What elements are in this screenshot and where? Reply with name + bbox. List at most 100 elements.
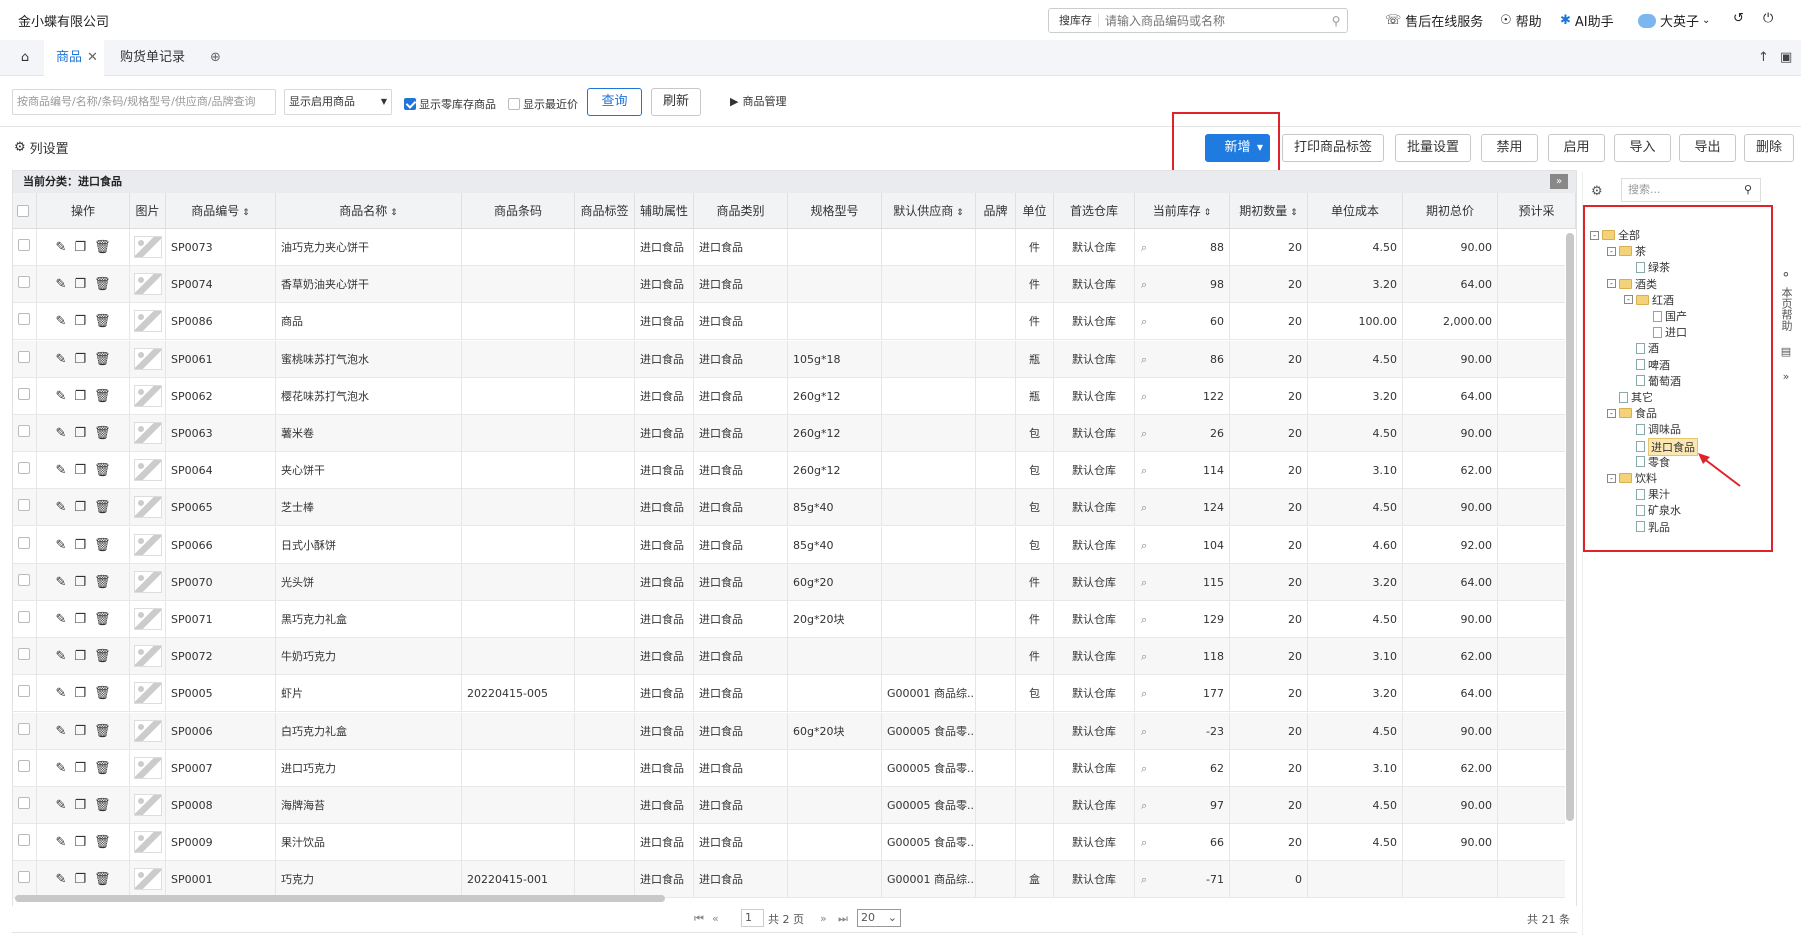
header-cell[interactable]: 图片 [130, 193, 166, 229]
keyword-input[interactable]: 按商品编号/名称/条码/规格型号/供应商/品牌查询 [12, 89, 276, 115]
table-row[interactable]: ✎ ❐ 🗑 SP0006 白巧克力礼盒 进口食品 60g*20块 G00005 食品零... 默… [13, 712, 1565, 750]
edit-icon[interactable]: ✎ [55, 527, 66, 564]
search-icon[interactable]: ⌕ [1141, 675, 1147, 712]
trash-icon[interactable]: 🗑 [94, 415, 111, 452]
row-checkbox[interactable] [13, 415, 37, 452]
header-cell[interactable]: 商品条码 [462, 193, 575, 229]
copy-icon[interactable]: ❐ [74, 824, 86, 861]
copy-icon[interactable]: ❐ [74, 861, 86, 898]
copy-icon[interactable]: ❐ [74, 713, 86, 750]
sort-icon[interactable]: ⇕ [239, 208, 250, 218]
search-icon[interactable]: ⚲ [1744, 179, 1752, 201]
vertical-scrollbar[interactable] [1566, 233, 1574, 821]
table-row[interactable]: ✎ ❐ 🗑 SP0070 光头饼 进口食品 60g*20 件默认仓库 ⌕ 115 20 3.20 64.… [13, 563, 1565, 601]
edit-icon[interactable]: ✎ [55, 787, 66, 824]
side-help[interactable]: ⚬ 本页帮助 ▤ » [1773, 268, 1799, 383]
row-checkbox[interactable] [13, 638, 37, 676]
table-row[interactable]: ✎ ❐ 🗑 SP0066 日式小酥饼 进口食品 85g*40 包默认仓库 ⌕ 104 20 4.60 9… [13, 526, 1565, 564]
trash-icon[interactable]: 🗑 [94, 489, 111, 526]
row-checkbox[interactable] [13, 266, 37, 304]
import-button[interactable]: 导入 [1614, 134, 1671, 162]
trash-icon[interactable]: 🗑 [94, 341, 111, 378]
row-checkbox[interactable] [13, 824, 37, 862]
search-icon[interactable]: ⌕ [1141, 638, 1147, 675]
search-icon[interactable]: ⌕ [1141, 378, 1147, 415]
close-icon[interactable]: ✕ [87, 50, 98, 65]
edit-icon[interactable]: ✎ [55, 266, 66, 303]
top-search[interactable]: 搜库存 ⚲ [1048, 8, 1348, 33]
edit-icon[interactable]: ✎ [55, 824, 66, 861]
header-cell[interactable]: 辅助属性 [635, 193, 694, 229]
row-checkbox[interactable] [13, 229, 37, 266]
row-checkbox[interactable] [13, 712, 37, 750]
search-icon[interactable]: ⌕ [1141, 303, 1147, 340]
row-checkbox[interactable] [13, 452, 37, 490]
header-cell[interactable]: 操作 [37, 193, 130, 229]
row-checkbox[interactable] [13, 526, 37, 564]
header-cell[interactable]: 当前库存 ⇕ [1135, 193, 1230, 229]
copy-icon[interactable]: ❐ [74, 378, 86, 415]
header-select-all[interactable] [13, 193, 37, 229]
trash-icon[interactable]: 🗑 [94, 601, 111, 638]
edit-icon[interactable]: ✎ [55, 378, 66, 415]
header-cell[interactable]: 商品标签 [575, 193, 635, 229]
sort-icon[interactable]: ⇕ [953, 208, 964, 218]
copy-icon[interactable]: ❐ [74, 489, 86, 526]
last-page-icon[interactable]: ⏭ [838, 912, 848, 926]
column-settings[interactable]: ⚙ 列设置 [14, 138, 69, 157]
enable-button[interactable]: 启用 [1548, 134, 1605, 162]
export-button[interactable]: 导出 [1679, 134, 1736, 162]
expand-tree-icon[interactable]: » [1550, 174, 1568, 189]
copy-icon[interactable]: ❐ [74, 341, 86, 378]
tab-goods[interactable]: 商品 ✕ [44, 40, 104, 76]
home-icon[interactable]: ⌂ [14, 40, 36, 76]
table-row[interactable]: ✎ ❐ 🗑 SP0065 芝士棒 进口食品 85g*40 包默认仓库 ⌕ 124 20 4.50 90.… [13, 489, 1565, 527]
next-page-icon[interactable]: » [820, 912, 827, 925]
edit-icon[interactable]: ✎ [55, 713, 66, 750]
trash-icon[interactable]: 🗑 [94, 452, 111, 489]
power-icon[interactable]: ⏻ [1763, 11, 1773, 26]
row-checkbox[interactable] [13, 377, 37, 415]
edit-icon[interactable]: ✎ [55, 861, 66, 898]
row-checkbox[interactable] [13, 303, 37, 341]
page-input[interactable]: 1 [741, 909, 764, 927]
table-row[interactable]: ✎ ❐ 🗑 SP0074 香草奶油夹心饼干 进口食品 件默认仓库 ⌕ 98 20 3.20 64.00… [13, 266, 1565, 304]
service-link[interactable]: ☏ 售后在线服务 [1385, 11, 1483, 30]
table-row[interactable]: ✎ ❐ 🗑 SP0063 薯米卷 进口食品 260g*12 包默认仓库 ⌕ 26 20 4.50 90.… [13, 415, 1565, 452]
search-icon[interactable]: ⌕ [1141, 564, 1147, 601]
row-checkbox[interactable] [13, 563, 37, 601]
search-icon[interactable]: ⌕ [1141, 713, 1147, 750]
sort-icon[interactable]: ⇕ [1287, 208, 1298, 218]
copy-icon[interactable]: ❐ [74, 601, 86, 638]
disable-button[interactable]: 禁用 [1481, 134, 1538, 162]
copy-icon[interactable]: ❐ [74, 675, 86, 712]
tab-more-icon[interactable]: ⊕ [210, 40, 226, 76]
edit-icon[interactable]: ✎ [55, 675, 66, 712]
up-arrow-icon[interactable]: ↑ [1758, 40, 1772, 76]
trash-icon[interactable]: 🗑 [94, 229, 111, 266]
tab-purchase-records[interactable]: 购货单记录 [120, 40, 200, 76]
fullscreen-icon[interactable]: ▣ [1780, 40, 1794, 76]
trash-icon[interactable]: 🗑 [94, 378, 111, 415]
batch-settings-button[interactable]: 批量设置 [1395, 134, 1471, 162]
trash-icon[interactable]: 🗑 [94, 564, 111, 601]
header-cell[interactable]: 规格型号 [788, 193, 882, 229]
row-checkbox[interactable] [13, 749, 37, 787]
top-search-input[interactable] [1099, 13, 1325, 28]
trash-icon[interactable]: 🗑 [94, 750, 111, 787]
copy-icon[interactable]: ❐ [74, 415, 86, 452]
header-cell[interactable]: 首选仓库 [1054, 193, 1135, 229]
edit-icon[interactable]: ✎ [55, 229, 66, 266]
trash-icon[interactable]: 🗑 [94, 824, 111, 861]
row-checkbox[interactable] [13, 861, 37, 899]
table-row[interactable]: ✎ ❐ 🗑 SP0007 进口巧克力 进口食品 G00005 食品零... 默认仓库 ⌕ 62 20… [13, 749, 1565, 787]
sort-icon[interactable]: ⇕ [387, 208, 398, 218]
trash-icon[interactable]: 🗑 [94, 713, 111, 750]
show-zero-stock-checkbox[interactable]: 显示零库存商品 [404, 96, 496, 112]
help-link[interactable]: ☉ 帮助 [1500, 11, 1542, 30]
copy-icon[interactable]: ❐ [74, 229, 86, 266]
search-icon[interactable]: ⌕ [1141, 415, 1147, 452]
header-cell[interactable]: 品牌 [976, 193, 1016, 229]
copy-icon[interactable]: ❐ [74, 303, 86, 340]
header-cell[interactable]: 预计采 [1498, 193, 1576, 229]
